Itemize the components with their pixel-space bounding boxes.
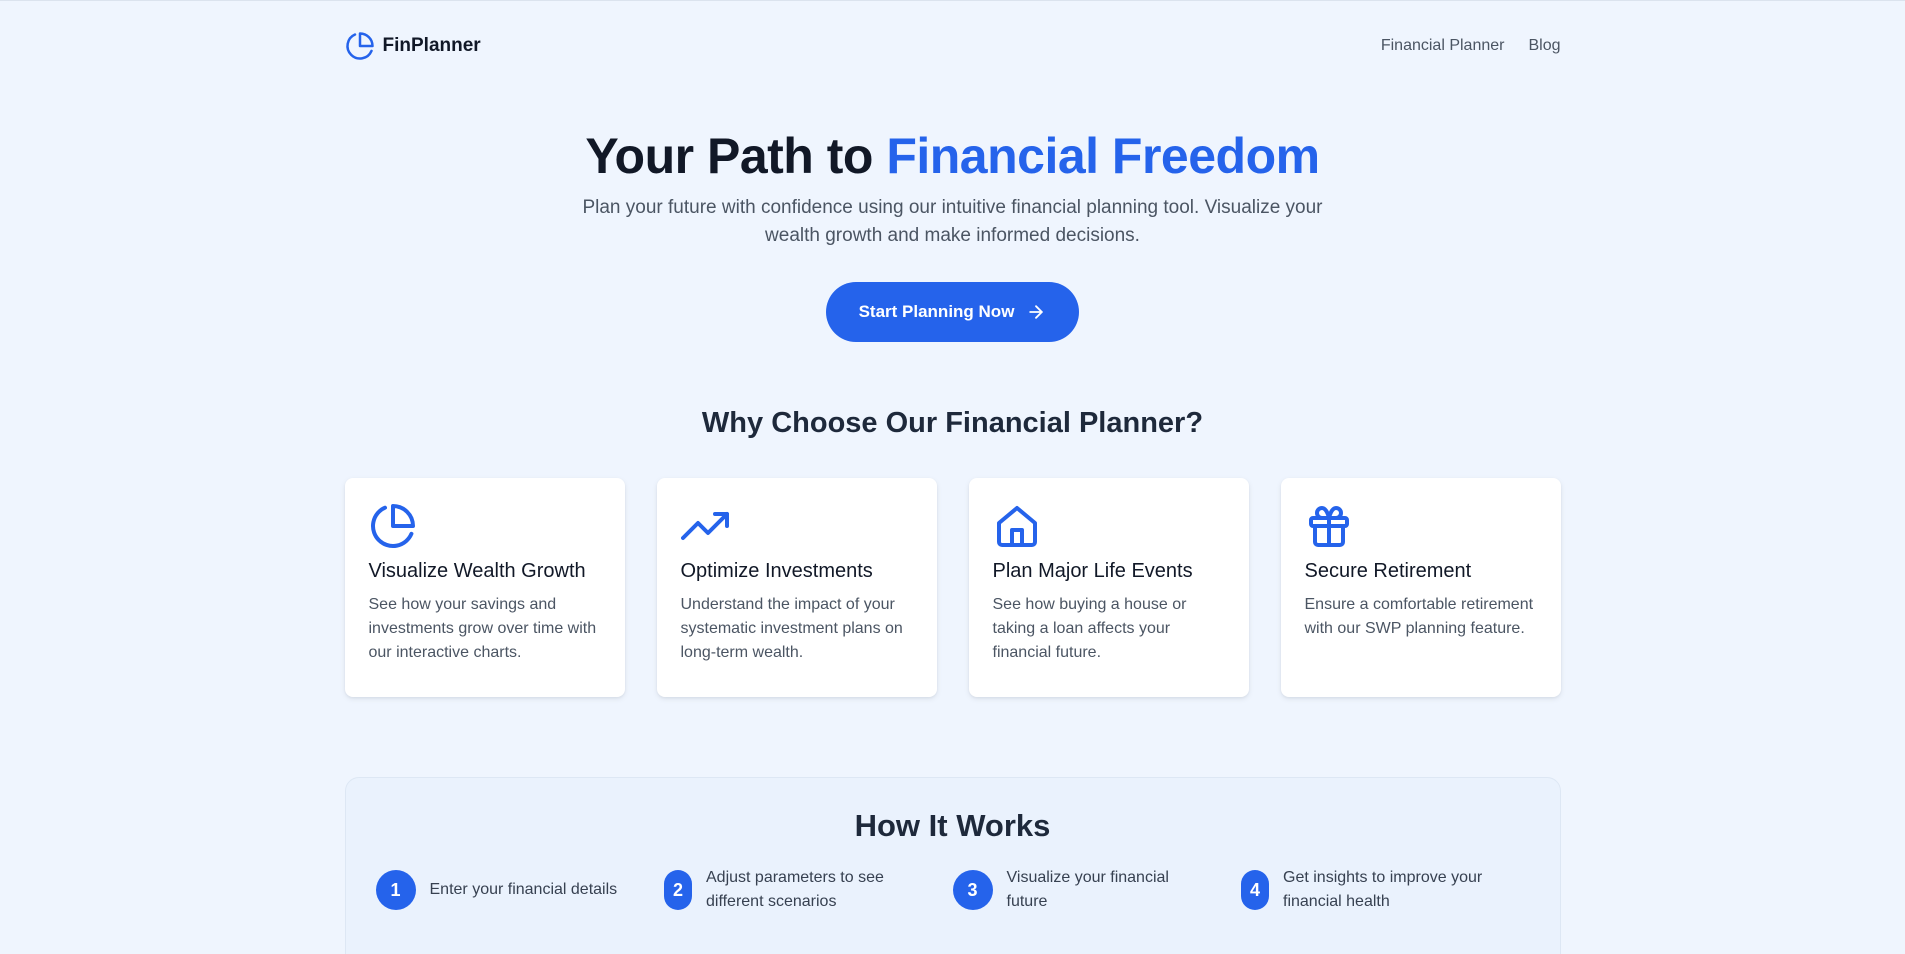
feature-card: Secure Retirement Ensure a comfortable r… <box>1280 478 1561 697</box>
hero-title-start: Your Path to <box>585 128 887 184</box>
step-number-badge: 3 <box>952 870 993 910</box>
feature-card-text: See how buying a house or taking a loan … <box>992 596 1187 661</box>
step-item: 3 Visualize your financial future <box>952 866 1242 914</box>
step-number-badge: 4 <box>1241 870 1269 910</box>
step-number-badge: 1 <box>375 870 416 910</box>
steps-list: 1 Enter your financial details 2 Adjust … <box>346 866 1560 914</box>
brand[interactable]: FinPlanner <box>345 31 481 61</box>
step-text: Adjust parameters to see different scena… <box>706 869 884 910</box>
how-it-works-section: How It Works 1 Enter your financial deta… <box>344 777 1561 954</box>
step-item: 1 Enter your financial details <box>375 866 665 914</box>
hero-title: Your Path to Financial Freedom <box>345 129 1561 184</box>
how-it-works-title: How It Works <box>854 808 1051 843</box>
hero-subtitle: Plan your future with confidence using o… <box>582 197 1323 246</box>
feature-card: Visualize Wealth Growth See how your sav… <box>344 478 625 697</box>
feature-card-text: Understand the impact of your systematic… <box>680 596 903 661</box>
feature-card-text: Ensure a comfortable retirement with our… <box>1304 596 1534 637</box>
navbar: FinPlanner Financial Planner Blog <box>345 1 1561 91</box>
hero-title-accent: Financial Freedom <box>886 128 1320 184</box>
feature-card-title: Optimize Investments <box>680 560 873 582</box>
feature-card-title: Visualize Wealth Growth <box>368 560 586 582</box>
nav-link-financial-planner[interactable]: Financial Planner <box>1381 37 1505 55</box>
feature-card-title: Plan Major Life Events <box>992 560 1193 582</box>
pie-chart-icon <box>369 502 601 550</box>
home-icon <box>993 502 1225 550</box>
brand-name: FinPlanner <box>382 35 481 56</box>
hero-section: Your Path to Financial Freedom Plan your… <box>345 91 1561 342</box>
pie-chart-icon <box>345 31 375 61</box>
feature-card: Optimize Investments Understand the impa… <box>656 478 937 697</box>
nav-link-blog[interactable]: Blog <box>1528 37 1560 55</box>
step-item: 4 Get insights to improve your financial… <box>1241 866 1530 914</box>
gift-icon <box>1305 502 1537 550</box>
step-text: Get insights to improve your financial h… <box>1283 869 1483 910</box>
step-item: 2 Adjust parameters to see different sce… <box>664 866 953 914</box>
feature-card-title: Secure Retirement <box>1304 560 1472 582</box>
step-text: Visualize your financial future <box>1006 869 1169 910</box>
nav-links: Financial Planner Blog <box>1381 37 1561 55</box>
arrow-right-icon <box>1026 302 1046 322</box>
feature-card-text: See how your savings and investments gro… <box>368 596 597 661</box>
start-planning-label: Start Planning Now <box>858 302 1015 321</box>
features-title: Why Choose Our Financial Planner? <box>701 407 1204 439</box>
step-text: Enter your financial details <box>429 881 618 898</box>
feature-cards: Visualize Wealth Growth See how your sav… <box>344 478 1561 697</box>
step-number-badge: 2 <box>664 870 692 910</box>
start-planning-button[interactable]: Start Planning Now <box>825 282 1080 342</box>
feature-card: Plan Major Life Events See how buying a … <box>968 478 1249 697</box>
trending-up-icon <box>680 502 913 550</box>
